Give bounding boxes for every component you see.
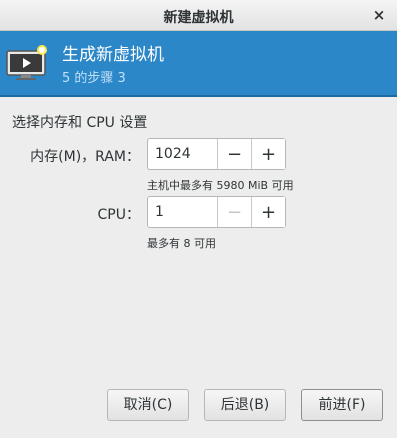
memory-increment-button[interactable]: + [251,139,285,169]
vm-monitor-icon [6,44,48,84]
memory-decrement-button[interactable]: − [217,139,251,169]
section-label: 选择内存和 CPU 设置 [12,115,148,131]
cpu-spinbox: − + [147,196,286,228]
wizard-title: 生成新虚拟机 [62,45,164,65]
cpu-input[interactable] [148,197,217,227]
cpu-decrement-button[interactable]: − [217,197,251,227]
cpu-hint: 最多有 8 可用 [147,237,216,250]
memory-input[interactable] [148,139,217,169]
cancel-button[interactable]: 取消(C) [107,389,189,421]
cpu-increment-button[interactable]: + [251,197,285,227]
window-title: 新建虚拟机 [163,10,234,26]
memory-label: 内存(M)，RAM： [30,149,140,165]
forward-button[interactable]: 前进(F) [301,389,383,421]
memory-hint: 主机中最多有 5980 MiB 可用 [147,179,294,192]
wizard-header: 生成新虚拟机 5 的步骤 3 [0,31,397,97]
cpu-label: CPU： [97,207,140,223]
title-bar: 新建虚拟机 × [0,0,397,31]
close-button[interactable]: × [369,5,389,25]
back-button[interactable]: 后退(B) [204,389,286,421]
wizard-step: 5 的步骤 3 [62,71,126,86]
memory-spinbox: − + [147,138,286,170]
